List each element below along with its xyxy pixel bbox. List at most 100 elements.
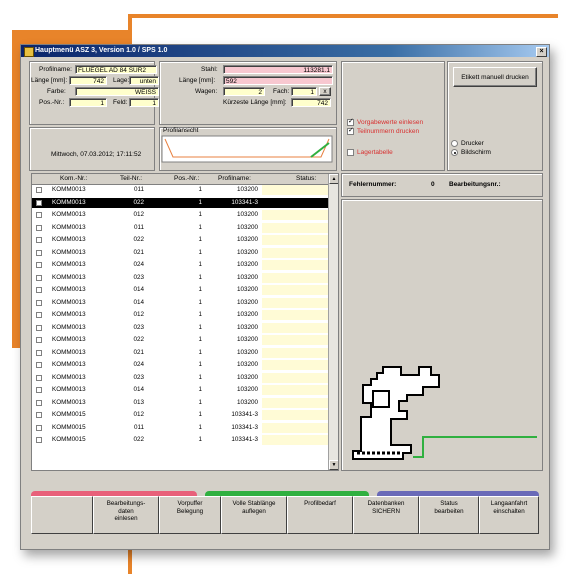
header-profilname[interactable]: Profilname: bbox=[218, 175, 251, 182]
header-posnr[interactable]: Pos.-Nr.: bbox=[174, 175, 199, 182]
profilbedarf-button[interactable]: Profilbedarf bbox=[287, 496, 353, 534]
row-checkbox[interactable] bbox=[36, 187, 42, 193]
lage-field[interactable]: unten bbox=[129, 76, 159, 85]
row-checkbox[interactable] bbox=[36, 387, 42, 393]
vorpuffer-button[interactable]: Vorpuffer Belegung bbox=[159, 496, 221, 534]
date-label: Mittwoch, 07.03.2012; 17:11:52 bbox=[51, 151, 142, 158]
table-row[interactable]: KOMM0013 023 1 103200 bbox=[32, 322, 328, 333]
profilname-label: Profilname: bbox=[39, 66, 72, 73]
row-checkbox[interactable] bbox=[36, 274, 42, 281]
row-status bbox=[262, 435, 328, 445]
row-checkbox[interactable] bbox=[36, 312, 42, 318]
table-row[interactable]: KOMM0013 014 1 103200 bbox=[32, 297, 328, 308]
row-profilname: 103200 bbox=[236, 236, 258, 243]
profile-cross-section-graphic bbox=[352, 366, 537, 460]
fach-clear-button[interactable]: x bbox=[319, 87, 331, 96]
row-checkbox[interactable] bbox=[36, 412, 42, 418]
row-checkbox[interactable] bbox=[36, 324, 42, 331]
stahl-laenge-field[interactable]: 592 bbox=[223, 76, 333, 85]
laenge-field[interactable]: 742 bbox=[69, 76, 107, 85]
etikett-button[interactable]: Etikett manuell drucken bbox=[453, 67, 537, 87]
row-checkbox[interactable] bbox=[36, 424, 42, 431]
row-checkbox[interactable] bbox=[36, 212, 42, 218]
fehler-label: Fehlernummer: bbox=[349, 181, 397, 188]
langanfahrt-button[interactable]: Langaanfahrt einschalten bbox=[479, 496, 539, 534]
feld-field[interactable]: 1 bbox=[129, 98, 159, 107]
bearbeitungsdaten-button[interactable]: Bearbeitungs- daten einlesen bbox=[93, 496, 159, 534]
job-table[interactable]: Kom.-Nr.: Teil-Nr.: Pos.-Nr.: Profilname… bbox=[31, 173, 339, 471]
table-row[interactable]: KOMM0013 024 1 103200 bbox=[32, 360, 328, 370]
row-posnr: 1 bbox=[198, 348, 202, 356]
table-row[interactable]: KOMM0013 023 1 103200 bbox=[32, 272, 328, 283]
posnr-field[interactable]: 1 bbox=[69, 98, 107, 107]
profile-view-graphic bbox=[161, 135, 333, 163]
fach-field[interactable]: 1 bbox=[291, 87, 317, 96]
blank-footer-button[interactable] bbox=[31, 496, 93, 534]
row-checkbox[interactable] bbox=[36, 374, 42, 381]
row-status bbox=[262, 322, 328, 333]
kuerzeste-field[interactable]: 742 bbox=[291, 98, 331, 107]
lagertabelle-checkbox[interactable] bbox=[347, 149, 354, 156]
main-window: Hauptmenü ASZ 3, Version 1.0 / SPS 1.0 ×… bbox=[20, 44, 550, 550]
row-komnr: KOMM0013 bbox=[52, 298, 86, 306]
table-row[interactable]: KOMM0013 021 1 103200 bbox=[32, 347, 328, 358]
table-row[interactable]: KOMM0015 012 1 103341-3 bbox=[32, 410, 328, 420]
table-row[interactable]: KOMM0013 024 1 103200 bbox=[32, 260, 328, 270]
row-checkbox[interactable] bbox=[36, 299, 42, 306]
row-checkbox[interactable] bbox=[36, 249, 42, 256]
header-komnr[interactable]: Kom.-Nr.: bbox=[60, 175, 87, 182]
table-row[interactable]: KOMM0013 014 1 103200 bbox=[32, 285, 328, 295]
wagen-field[interactable]: 2 bbox=[223, 87, 265, 96]
table-row[interactable]: KOMM0013 012 1 103200 bbox=[32, 210, 328, 220]
row-teilnr: 024 bbox=[133, 261, 144, 268]
scroll-up-button[interactable]: ▲ bbox=[329, 174, 338, 184]
row-profilname: 103200 bbox=[236, 223, 258, 231]
row-checkbox[interactable] bbox=[36, 362, 42, 368]
table-row[interactable]: KOMM0013 021 1 103200 bbox=[32, 247, 328, 258]
row-checkbox[interactable] bbox=[36, 287, 42, 293]
table-scrollbar[interactable]: ▲ ▼ bbox=[328, 174, 338, 470]
row-teilnr: 012 bbox=[133, 311, 144, 318]
row-checkbox[interactable] bbox=[36, 349, 42, 356]
datenbanken-label: Datenbanken SICHERN bbox=[367, 500, 405, 515]
row-checkbox[interactable] bbox=[36, 399, 42, 406]
row-checkbox[interactable] bbox=[36, 337, 42, 343]
table-row[interactable]: KOMM0013 011 1 103200 bbox=[32, 222, 328, 233]
table-row[interactable]: KOMM0013 012 1 103200 bbox=[32, 310, 328, 320]
table-row[interactable]: KOMM0013 014 1 103200 bbox=[32, 385, 328, 395]
vorgabe-checkbox[interactable] bbox=[347, 117, 354, 126]
row-checkbox[interactable] bbox=[36, 224, 42, 231]
farbe-field[interactable]: WEISS bbox=[75, 87, 159, 96]
row-posnr: 1 bbox=[198, 398, 202, 406]
stahl-field[interactable]: 113281.1 bbox=[223, 65, 333, 74]
row-checkbox[interactable] bbox=[36, 262, 42, 268]
close-button[interactable]: × bbox=[536, 47, 547, 57]
row-teilnr: 022 bbox=[133, 336, 144, 343]
row-checkbox[interactable] bbox=[36, 437, 42, 443]
header-teilnr[interactable]: Teil-Nr.: bbox=[120, 175, 142, 182]
status-bearbeiten-button[interactable]: Status bearbeiten bbox=[419, 496, 479, 534]
profilname-field[interactable]: FLUEGEL AD 84 SUR2 bbox=[75, 65, 157, 74]
table-row[interactable]: KOMM0015 011 1 103341-3 bbox=[32, 422, 328, 433]
table-row[interactable]: KOMM0013 022 1 103341-3 bbox=[32, 197, 328, 208]
table-row[interactable]: KOMM0013 022 1 103200 bbox=[32, 235, 328, 245]
datenbanken-button[interactable]: Datenbanken SICHERN bbox=[353, 496, 419, 534]
teilnummern-checkbox[interactable] bbox=[347, 126, 354, 135]
row-teilnr: 021 bbox=[133, 248, 144, 256]
app-icon bbox=[24, 47, 34, 57]
row-checkbox[interactable] bbox=[36, 237, 42, 243]
row-komnr: KOMM0013 bbox=[52, 223, 86, 231]
table-row[interactable]: KOMM0013 022 1 103200 bbox=[32, 335, 328, 345]
drucker-radio[interactable] bbox=[451, 140, 458, 147]
table-row[interactable]: KOMM0013 011 1 103200 bbox=[32, 185, 328, 195]
table-row[interactable]: KOMM0013 013 1 103200 bbox=[32, 397, 328, 408]
table-row[interactable]: KOMM0015 022 1 103341-3 bbox=[32, 435, 328, 445]
header-status[interactable]: Status: bbox=[296, 175, 316, 182]
bildschirm-radio[interactable] bbox=[451, 149, 458, 156]
scroll-down-button[interactable]: ▼ bbox=[329, 460, 338, 470]
table-row[interactable]: KOMM0013 023 1 103200 bbox=[32, 372, 328, 383]
volle-stablaenge-button[interactable]: Volle Stablänge auflegen bbox=[221, 496, 287, 534]
row-checkbox[interactable] bbox=[36, 199, 42, 206]
row-posnr: 1 bbox=[198, 211, 202, 218]
row-status bbox=[262, 372, 328, 383]
